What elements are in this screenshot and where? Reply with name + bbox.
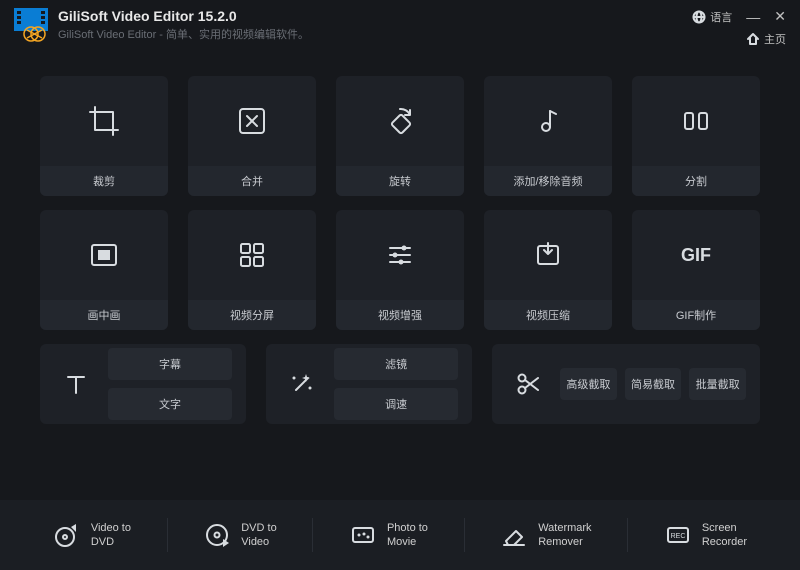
- sliders-icon: [382, 210, 418, 300]
- scissors-icon: [506, 368, 550, 400]
- dvd-to-video-button[interactable]: DVD to Video: [193, 515, 286, 556]
- eraser-icon: [500, 521, 528, 549]
- minimize-button[interactable]: —: [746, 9, 760, 25]
- merge-icon: [234, 76, 270, 166]
- separator: [464, 518, 465, 552]
- screen-recorder-label: Screen Recorder: [702, 521, 747, 550]
- text-icon: [54, 368, 98, 400]
- filter-button[interactable]: 滤镜: [334, 348, 458, 380]
- svg-text:REC: REC: [670, 533, 685, 540]
- gif-tile[interactable]: GIF GIF制作: [632, 210, 760, 330]
- advanced-cut-button[interactable]: 高级截取: [560, 368, 617, 400]
- close-button[interactable]: ✕: [774, 8, 786, 25]
- enhance-label: 视频增强: [336, 300, 464, 330]
- effect-tile[interactable]: 滤镜 调速: [266, 344, 472, 424]
- gif-icon: GIF: [673, 210, 719, 300]
- video-split-label: 视频分屏: [188, 300, 316, 330]
- app-icon: [14, 8, 48, 42]
- rotate-label: 旋转: [336, 166, 464, 196]
- app-subtitle: GiliSoft Video Editor - 简单、实用的视频编辑软件。: [58, 26, 692, 42]
- app-title: GiliSoft Video Editor 15.2.0: [58, 8, 692, 24]
- simple-cut-button[interactable]: 简易截取: [625, 368, 682, 400]
- crop-icon: [86, 76, 122, 166]
- split-label: 分割: [632, 166, 760, 196]
- tools-grid: 裁剪 合并 旋转 添加/移除音频 分割 画中画 视频分屏: [0, 56, 800, 330]
- cut-tile[interactable]: 高级截取 简易截取 批量截取: [492, 344, 760, 424]
- rec-icon: REC: [664, 521, 692, 549]
- separator: [627, 518, 628, 552]
- wand-icon: [280, 368, 324, 400]
- rotate-icon: [382, 76, 418, 166]
- photo-to-movie-button[interactable]: Photo to Movie: [339, 515, 438, 556]
- rotate-tile[interactable]: 旋转: [336, 76, 464, 196]
- grid-icon: [234, 210, 270, 300]
- enhance-tile[interactable]: 视频增强: [336, 210, 464, 330]
- home-button[interactable]: 主页: [746, 31, 786, 47]
- video-split-tile[interactable]: 视频分屏: [188, 210, 316, 330]
- disc-icon: [53, 521, 81, 549]
- footer: Video to DVD DVD to Video Photo to Movie…: [0, 500, 800, 570]
- language-button[interactable]: 语言: [692, 9, 732, 25]
- music-note-icon: [530, 76, 566, 166]
- crop-tile[interactable]: 裁剪: [40, 76, 168, 196]
- merge-tile[interactable]: 合并: [188, 76, 316, 196]
- watermark-remover-button[interactable]: Watermark Remover: [490, 515, 601, 556]
- audio-label: 添加/移除音频: [484, 166, 612, 196]
- svg-text:GIF: GIF: [681, 245, 711, 265]
- video-to-dvd-button[interactable]: Video to DVD: [43, 515, 141, 556]
- split-icon: [678, 76, 714, 166]
- merge-label: 合并: [188, 166, 316, 196]
- video-to-dvd-label: Video to DVD: [91, 521, 131, 550]
- film-icon: [349, 521, 377, 549]
- titlebar: GiliSoft Video Editor 15.2.0 GiliSoft Vi…: [0, 0, 800, 56]
- title-text: GiliSoft Video Editor 15.2.0 GiliSoft Vi…: [58, 8, 692, 42]
- adjust-button[interactable]: 调速: [334, 388, 458, 420]
- batch-cut-button[interactable]: 批量截取: [689, 368, 746, 400]
- dvd-to-video-label: DVD to Video: [241, 521, 276, 550]
- subtitle-button[interactable]: 字幕: [108, 348, 232, 380]
- home-label: 主页: [764, 31, 786, 47]
- audio-tile[interactable]: 添加/移除音频: [484, 76, 612, 196]
- pip-label: 画中画: [40, 300, 168, 330]
- watermark-remover-label: Watermark Remover: [538, 521, 591, 550]
- screen-recorder-button[interactable]: REC Screen Recorder: [654, 515, 757, 556]
- pip-tile[interactable]: 画中画: [40, 210, 168, 330]
- gif-label: GIF制作: [632, 300, 760, 330]
- text-tile[interactable]: 字幕 文字: [40, 344, 246, 424]
- compress-icon: [530, 210, 566, 300]
- photo-to-movie-label: Photo to Movie: [387, 521, 428, 550]
- split-tile[interactable]: 分割: [632, 76, 760, 196]
- title-right: 语言 — ✕ 主页: [692, 8, 786, 47]
- separator: [167, 518, 168, 552]
- language-label: 语言: [710, 9, 732, 25]
- wide-row: 字幕 文字 滤镜 调速 高级截取 简易截取 批量截取: [0, 344, 800, 424]
- separator: [312, 518, 313, 552]
- compress-label: 视频压缩: [484, 300, 612, 330]
- pip-icon: [86, 210, 122, 300]
- text-button[interactable]: 文字: [108, 388, 232, 420]
- disc-play-icon: [203, 521, 231, 549]
- crop-label: 裁剪: [40, 166, 168, 196]
- compress-tile[interactable]: 视频压缩: [484, 210, 612, 330]
